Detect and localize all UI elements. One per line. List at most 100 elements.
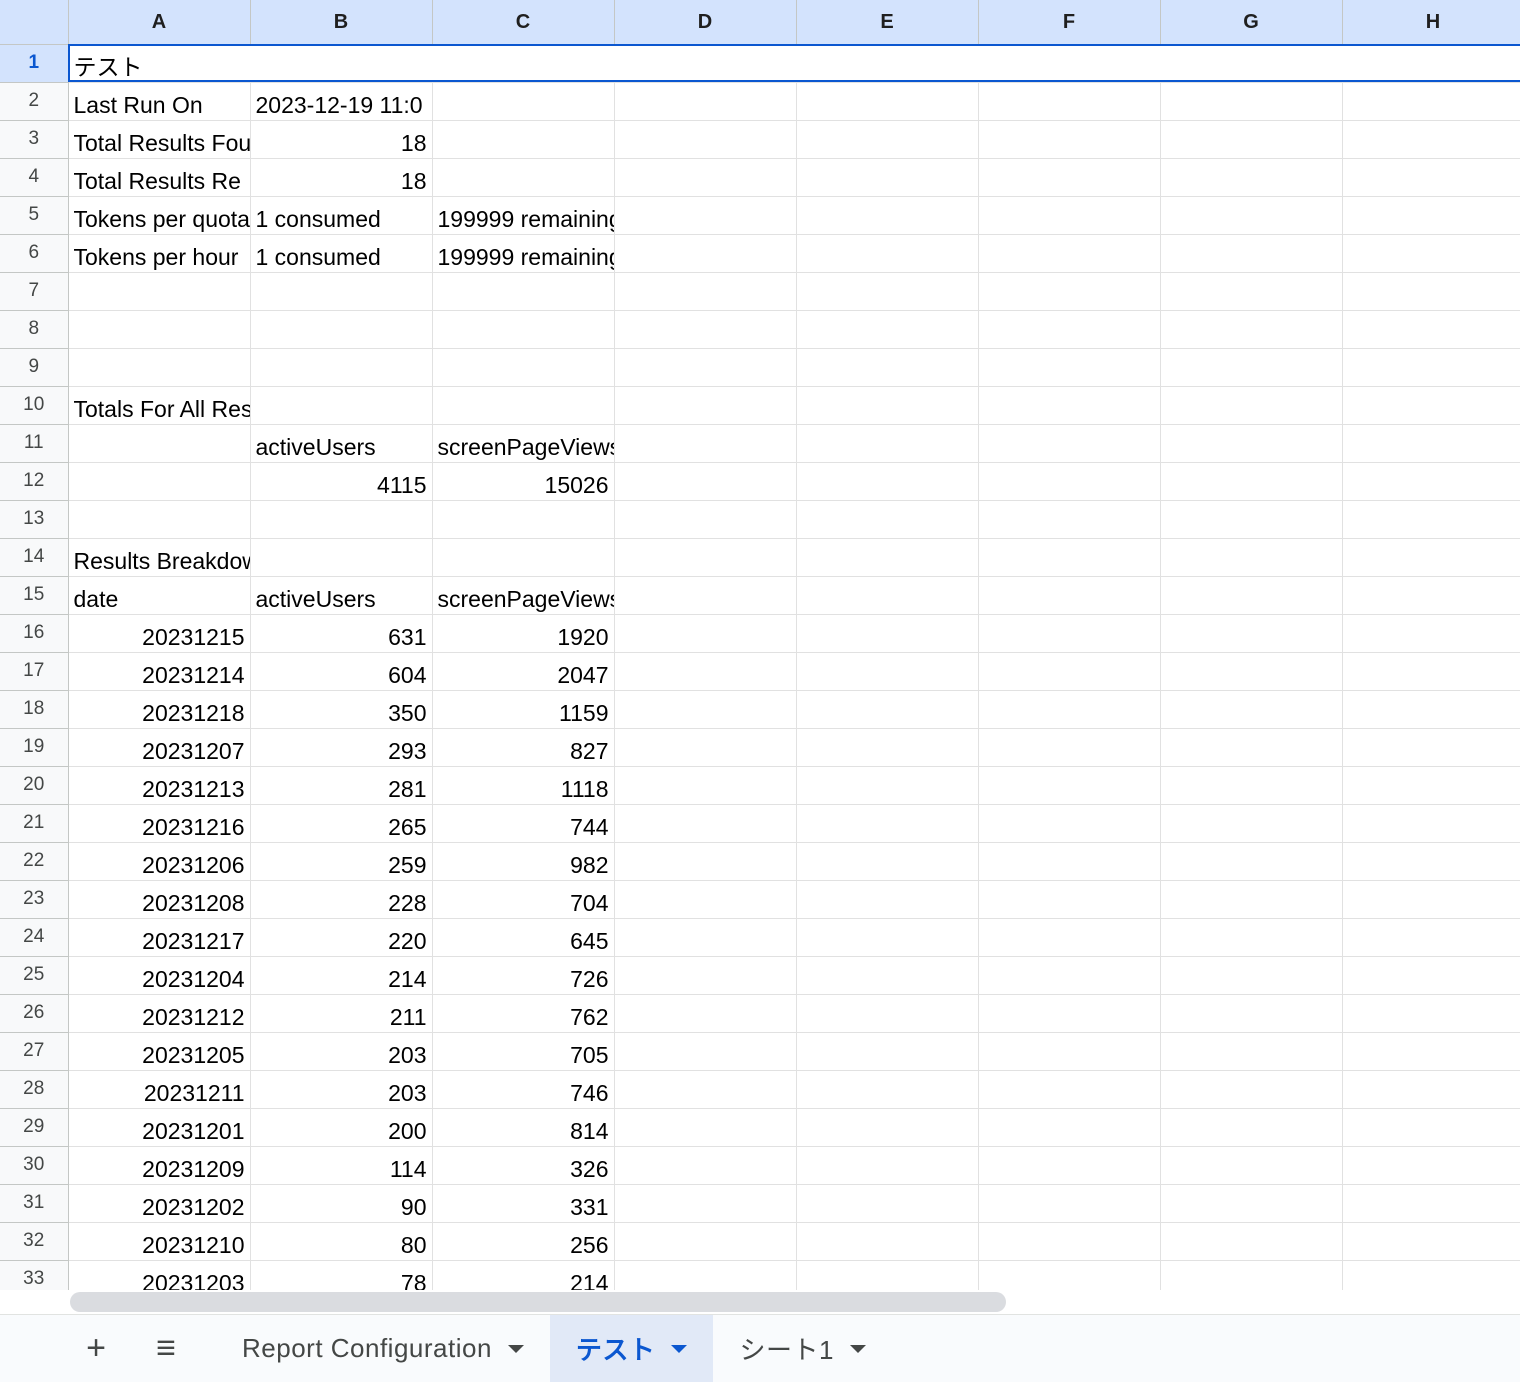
row-header[interactable]: 5 (0, 196, 69, 235)
cell-h26[interactable] (1342, 994, 1520, 1033)
cell-d17[interactable] (614, 652, 797, 691)
cell-e9[interactable] (796, 348, 979, 387)
cell-e23[interactable] (796, 880, 979, 919)
row-header[interactable]: 2 (0, 82, 69, 121)
spreadsheet-grid[interactable]: A B C D E F G H 1 テスト 2 Last Run On 2023-12-… (0, 0, 1520, 1290)
row-header[interactable]: 33 (0, 1260, 69, 1290)
cell-b25[interactable]: 214 (250, 956, 433, 995)
cell-b31[interactable]: 90 (250, 1184, 433, 1223)
cell-g10[interactable] (1160, 386, 1343, 425)
cell-a24[interactable]: 20231217 (68, 918, 251, 957)
cell-c5[interactable]: 199999 remaining (432, 196, 615, 235)
cell-d9[interactable] (614, 348, 797, 387)
cell-d23[interactable] (614, 880, 797, 919)
cell-b6[interactable]: 1 consumed (250, 234, 433, 273)
row-header[interactable]: 4 (0, 158, 69, 197)
cell-h17[interactable] (1342, 652, 1520, 691)
cell-b2[interactable]: 2023-12-19 11:0 (250, 82, 433, 121)
cell-g19[interactable] (1160, 728, 1343, 767)
cell-g31[interactable] (1160, 1184, 1343, 1223)
row-header[interactable]: 21 (0, 804, 69, 843)
column-header-e[interactable]: E (796, 0, 979, 45)
cell-b22[interactable]: 259 (250, 842, 433, 881)
cell-e30[interactable] (796, 1146, 979, 1185)
cell-b8[interactable] (250, 310, 433, 349)
cell-d12[interactable] (614, 462, 797, 501)
cell-a23[interactable]: 20231208 (68, 880, 251, 919)
cell-a21[interactable]: 20231216 (68, 804, 251, 843)
cell-c9[interactable] (432, 348, 615, 387)
cell-g2[interactable] (1160, 82, 1343, 121)
cell-a6[interactable]: Tokens per hour (68, 234, 251, 273)
row-header[interactable]: 17 (0, 652, 69, 691)
cell-a16[interactable]: 20231215 (68, 614, 251, 653)
cell-d8[interactable] (614, 310, 797, 349)
cell-c6[interactable]: 199999 remaining (432, 234, 615, 273)
cell-c2[interactable] (432, 82, 615, 121)
cell-f6[interactable] (978, 234, 1161, 273)
cell-g6[interactable] (1160, 234, 1343, 273)
cell-h8[interactable] (1342, 310, 1520, 349)
cell-f23[interactable] (978, 880, 1161, 919)
cell-a30[interactable]: 20231209 (68, 1146, 251, 1185)
cell-b19[interactable]: 293 (250, 728, 433, 767)
cell-a11[interactable] (68, 424, 251, 463)
cell-c20[interactable]: 1118 (432, 766, 615, 805)
cell-e26[interactable] (796, 994, 979, 1033)
cell-c28[interactable]: 746 (432, 1070, 615, 1109)
row-header[interactable]: 32 (0, 1222, 69, 1261)
cell-c22[interactable]: 982 (432, 842, 615, 881)
chevron-down-icon[interactable] (507, 1344, 524, 1353)
cell-b11[interactable]: activeUsers (250, 424, 433, 463)
cell-c8[interactable] (432, 310, 615, 349)
cell-a3[interactable]: Total Results Fou (68, 120, 251, 159)
cell-g27[interactable] (1160, 1032, 1343, 1071)
column-header-c[interactable]: C (432, 0, 615, 45)
cell-d26[interactable] (614, 994, 797, 1033)
row-header[interactable]: 27 (0, 1032, 69, 1071)
cell-h24[interactable] (1342, 918, 1520, 957)
cell-a4[interactable]: Total Results Re (68, 158, 251, 197)
cell-e5[interactable] (796, 196, 979, 235)
cell-h14[interactable] (1342, 538, 1520, 577)
row-header[interactable]: 22 (0, 842, 69, 881)
cell-e20[interactable] (796, 766, 979, 805)
cell-g33[interactable] (1160, 1260, 1343, 1290)
row-header[interactable]: 6 (0, 234, 69, 273)
cell-f29[interactable] (978, 1108, 1161, 1147)
cell-c31[interactable]: 331 (432, 1184, 615, 1223)
cell-e19[interactable] (796, 728, 979, 767)
cell-g29[interactable] (1160, 1108, 1343, 1147)
cell-a29[interactable]: 20231201 (68, 1108, 251, 1147)
cell-b23[interactable]: 228 (250, 880, 433, 919)
cell-e25[interactable] (796, 956, 979, 995)
cell-f12[interactable] (978, 462, 1161, 501)
cell-c30[interactable]: 326 (432, 1146, 615, 1185)
cell-e17[interactable] (796, 652, 979, 691)
cell-g18[interactable] (1160, 690, 1343, 729)
cell-h12[interactable] (1342, 462, 1520, 501)
cell-f10[interactable] (978, 386, 1161, 425)
cell-d27[interactable] (614, 1032, 797, 1071)
cell-c16[interactable]: 1920 (432, 614, 615, 653)
cell-b14[interactable] (250, 538, 433, 577)
sheet-tab-sheet1[interactable]: シート1 (713, 1315, 891, 1382)
cell-g23[interactable] (1160, 880, 1343, 919)
cell-a22[interactable]: 20231206 (68, 842, 251, 881)
cell-e28[interactable] (796, 1070, 979, 1109)
cell-c10[interactable] (432, 386, 615, 425)
cell-e6[interactable] (796, 234, 979, 273)
cell-a14[interactable]: Results Breakdown (68, 538, 251, 577)
row-header[interactable]: 16 (0, 614, 69, 653)
cell-g32[interactable] (1160, 1222, 1343, 1261)
cell-e12[interactable] (796, 462, 979, 501)
row-header[interactable]: 29 (0, 1108, 69, 1147)
cell-b15[interactable]: activeUsers (250, 576, 433, 615)
cell-b10[interactable] (250, 386, 433, 425)
cell-f17[interactable] (978, 652, 1161, 691)
cell-d11[interactable] (614, 424, 797, 463)
cell-a18[interactable]: 20231218 (68, 690, 251, 729)
cell-e3[interactable] (796, 120, 979, 159)
cell-e16[interactable] (796, 614, 979, 653)
cell-f27[interactable] (978, 1032, 1161, 1071)
